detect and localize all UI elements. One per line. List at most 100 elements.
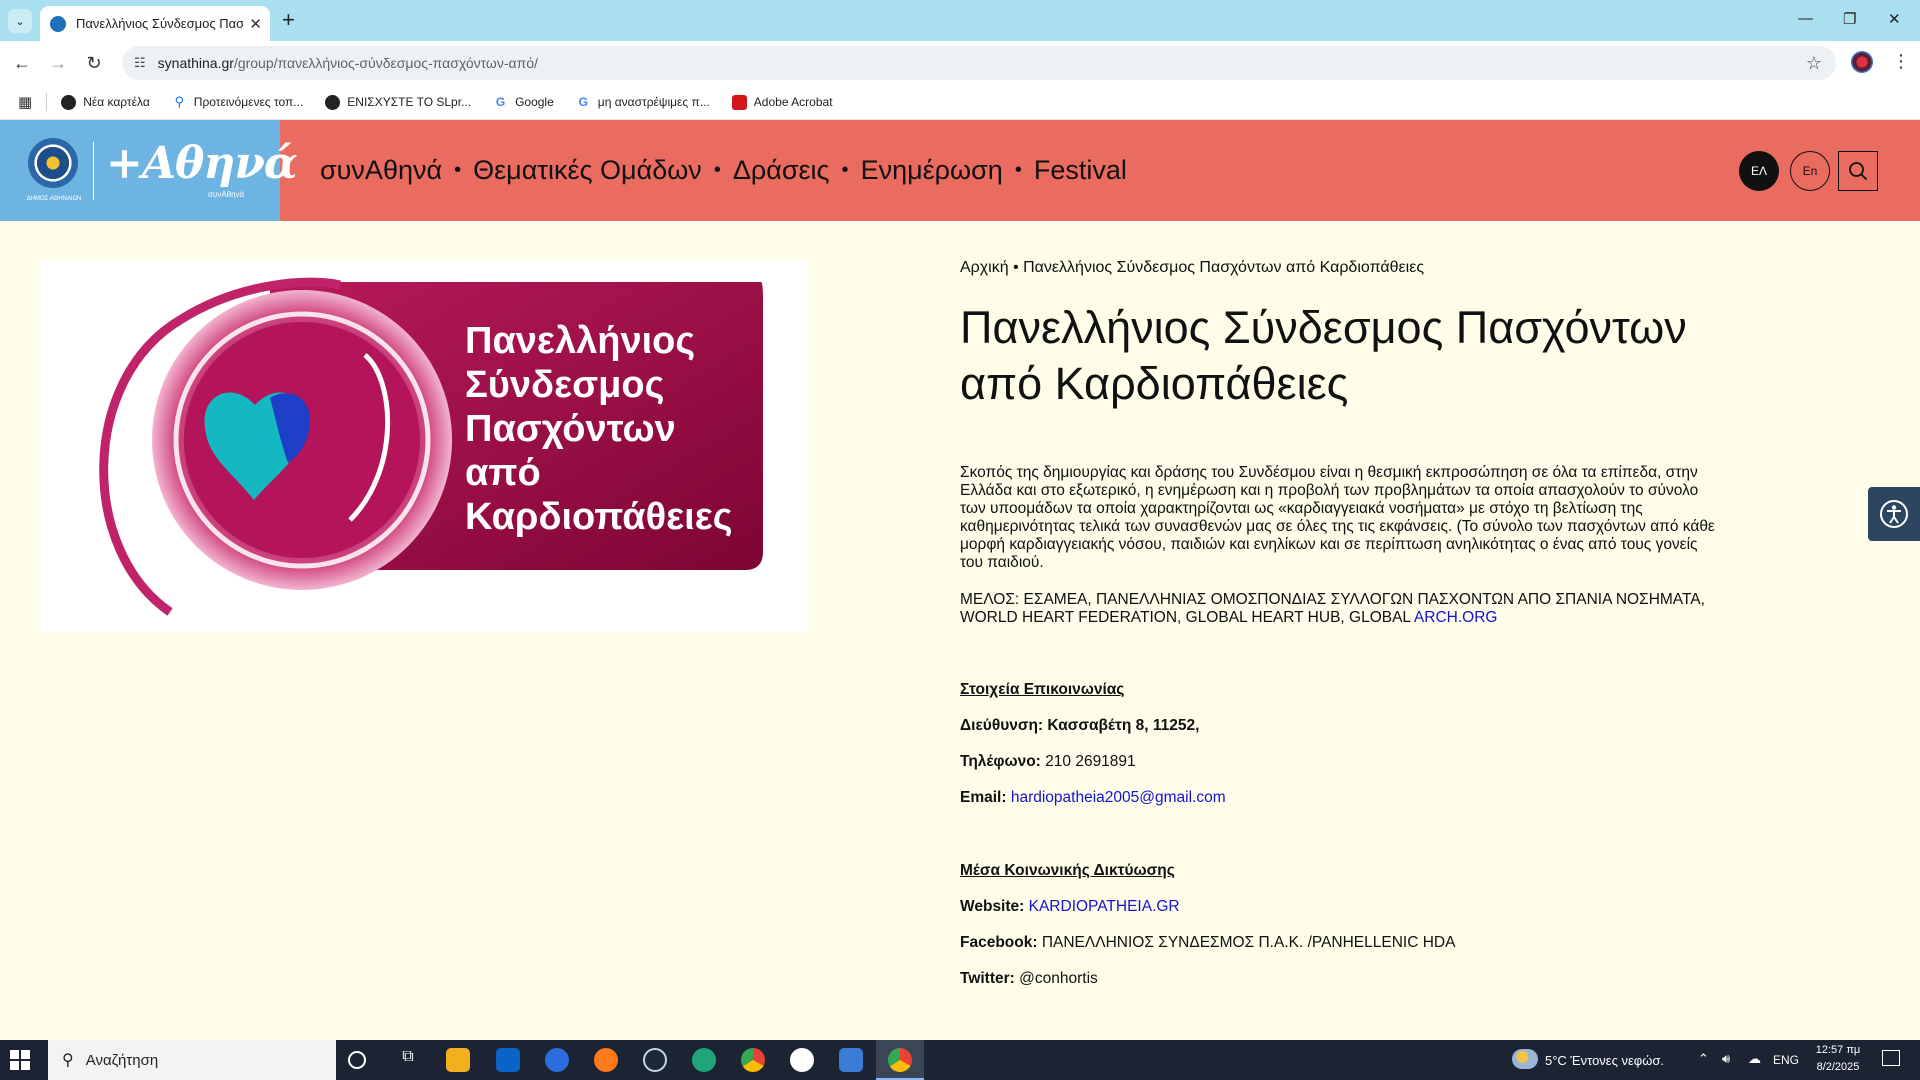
- taskbar-chrome-active[interactable]: [876, 1040, 924, 1080]
- language-greek-button[interactable]: ΕΛ: [1739, 151, 1779, 191]
- chrome-profile-icon: [888, 1048, 912, 1072]
- logo-wordmark: +Αθηνά: [106, 138, 298, 189]
- clock-time[interactable]: 12:57 πμ: [1812, 1044, 1864, 1056]
- accessibility-toolbar-button[interactable]: [1868, 487, 1920, 541]
- hero-logo-line: Καρδιοπάθειες: [465, 496, 733, 538]
- store-icon[interactable]: [839, 1048, 863, 1072]
- globe-icon: [325, 94, 341, 110]
- main-navigation: συνΑθηνά • Θεματικές Ομάδων • Δράσεις • …: [320, 120, 1127, 221]
- tab-search-dropdown-icon[interactable]: ⌄: [8, 9, 32, 33]
- email-row: Email: hardiopatheia2005@gmail.com: [960, 789, 1226, 807]
- breadcrumb[interactable]: Αρχική • Πανελλήνιος Σύνδεσμος Πασχόντων…: [960, 259, 1424, 277]
- steam-icon[interactable]: [643, 1048, 667, 1072]
- address-url[interactable]: synathina.gr/group/πανελλήνιος-σύνδεσμος…: [158, 55, 1806, 71]
- bookmark-slpr[interactable]: ΕΝΙΣΧΥΣΤΕ ΤΟ SLpr...: [325, 94, 472, 110]
- notifications-icon[interactable]: [1882, 1050, 1900, 1066]
- app-icon[interactable]: [790, 1048, 814, 1072]
- zoom-icon[interactable]: [545, 1048, 569, 1072]
- twitter-row: Twitter: @conhortis: [960, 970, 1098, 988]
- nav-thematic-groups[interactable]: Θεματικές Ομάδων: [473, 155, 702, 186]
- nav-festival[interactable]: Festival: [1034, 155, 1127, 186]
- bookmarks-bar: ▦ Νέα καρτέλα ⚲ Προτεινόμενες τοπ... ΕΝΙΣ…: [0, 85, 1920, 120]
- hero-logo-line: Πανελλήνιος: [465, 320, 695, 362]
- input-language[interactable]: ENG: [1773, 1053, 1799, 1067]
- bookmark-suggested[interactable]: ⚲ Προτεινόμενες τοπ...: [171, 94, 303, 110]
- tray-chevron-up-icon[interactable]: ⌃: [1698, 1051, 1709, 1067]
- nav-separator: •: [713, 159, 721, 181]
- phone-label: Τηλέφωνο:: [960, 753, 1041, 770]
- site-info-icon[interactable]: ☷: [134, 55, 146, 71]
- task-view-icon[interactable]: ⧉: [396, 1048, 420, 1072]
- window-close-icon[interactable]: ✕: [1888, 10, 1901, 28]
- bookmark-irreversible[interactable]: Gμη αναστρέψιμες π...: [575, 94, 710, 110]
- reload-icon[interactable]: ↻: [82, 51, 106, 75]
- website-link[interactable]: KARDIOPATHEIA.GR: [1029, 898, 1180, 915]
- membership-text: ΜΕΛΟΣ: ΕΣΑΜΕΑ, ΠΑΝΕΛΛΗΝΙΑΣ ΟΜΟΣΠΟΝΔΙΑΣ Σ…: [960, 591, 1705, 626]
- site-header: ΔΗΜΟΣ ΑΘΗΝΑΙΩΝ +Αθηνά συνΑθηνά συνΑθηνά …: [0, 120, 1920, 221]
- language-english-button[interactable]: En: [1790, 151, 1830, 191]
- bookmark-google[interactable]: G Google: [493, 94, 554, 110]
- hero-logo-line: Πασχόντων: [465, 408, 676, 450]
- twitter-label: Twitter:: [960, 970, 1015, 987]
- clock-date[interactable]: 8/2/2025: [1812, 1061, 1864, 1073]
- nav-actions[interactable]: Δράσεις: [733, 155, 830, 186]
- hero-logo-line: από: [465, 452, 541, 494]
- tab-close-icon[interactable]: ✕: [249, 15, 262, 33]
- address-value: Κασσαβέτη 8, 11252,: [1047, 717, 1200, 734]
- file-explorer-icon[interactable]: [446, 1048, 470, 1072]
- nav-separator: •: [454, 159, 462, 181]
- volume-icon[interactable]: 🔊︎: [1722, 1051, 1730, 1067]
- profile-avatar-icon[interactable]: [1851, 51, 1873, 73]
- edge-icon[interactable]: [692, 1048, 716, 1072]
- network-icon[interactable]: ☁︎: [1748, 1051, 1761, 1067]
- browser-tab-active[interactable]: Πανελλήνιος Σύνδεσμος Πασχ... ✕: [40, 6, 270, 41]
- cortana-icon[interactable]: [348, 1051, 366, 1069]
- bookmarks-separator: [46, 93, 48, 111]
- seal-caption: ΔΗΜΟΣ ΑΘΗΝΑΙΩΝ: [26, 196, 82, 202]
- address-row: Διεύθυνση: Κασσαβέτη 8, 11252,: [960, 717, 1199, 735]
- address-bar[interactable]: ☷ synathina.gr/group/πανελλήνιος-σύνδεσμ…: [122, 46, 1836, 80]
- taskbar-search-box[interactable]: ⚲ Αναζήτηση: [48, 1040, 336, 1080]
- site-logo[interactable]: ΔΗΜΟΣ ΑΘΗΝΑΙΩΝ +Αθηνά συνΑθηνά: [0, 120, 298, 221]
- twitter-value: @conhortis: [1019, 970, 1098, 987]
- page-title-line2: από Καρδιοπάθειες: [960, 358, 1349, 409]
- weather-text[interactable]: 5°C Έντονες νεφώσ.: [1545, 1053, 1664, 1068]
- restore-icon[interactable]: ❐: [1843, 10, 1856, 28]
- tab-title: Πανελλήνιος Σύνδεσμος Πασχ...: [76, 16, 244, 31]
- chrome-icon[interactable]: [741, 1048, 765, 1072]
- minimize-icon[interactable]: —: [1798, 10, 1813, 27]
- firefox-icon[interactable]: [594, 1048, 618, 1072]
- accessibility-icon: [1880, 500, 1908, 528]
- website-row: Website: KARDIOPATHEIA.GR: [960, 898, 1180, 916]
- bookmark-star-icon[interactable]: ☆: [1806, 53, 1822, 74]
- nav-news[interactable]: Ενημέρωση: [861, 155, 1003, 186]
- taskbar-search-placeholder: Αναζήτηση: [85, 1051, 159, 1069]
- membership-paragraph: ΜΕΛΟΣ: ΕΣΑΜΕΑ, ΠΑΝΕΛΛΗΝΙΑΣ ΟΜΟΣΠΟΝΔΙΑΣ Σ…: [960, 591, 1720, 627]
- bookmark-label: Google: [515, 95, 554, 109]
- forward-arrow-icon[interactable]: →: [46, 51, 70, 75]
- new-tab-plus-icon[interactable]: +: [282, 8, 295, 32]
- social-media-heading: Μέσα Κοινωνικής Δικτύωσης: [960, 862, 1175, 879]
- facebook-row: Facebook: ΠΑΝΕΛΛΗΝΙΟΣ ΣΥΝΔΕΣΜΟΣ Π.Α.Κ. /…: [960, 934, 1455, 952]
- email-link[interactable]: hardiopatheia2005@gmail.com: [1011, 789, 1226, 806]
- arch-org-link[interactable]: ARCH.ORG: [1414, 609, 1498, 626]
- windows-start-icon[interactable]: [10, 1050, 30, 1070]
- bookmark-label: Adobe Acrobat: [753, 95, 833, 109]
- bookmark-adobe-acrobat[interactable]: Adobe Acrobat: [731, 94, 833, 110]
- apps-grid-icon[interactable]: ▦: [18, 93, 32, 111]
- back-arrow-icon[interactable]: ←: [10, 51, 34, 75]
- facebook-label: Facebook:: [960, 934, 1038, 951]
- facebook-value: ΠΑΝΕΛΛΗΝΙΟΣ ΣΥΝΔΕΣΜΟΣ Π.Α.Κ. /PANHELLENI…: [1041, 934, 1456, 951]
- browser-toolbar: ← → ↻ ☷ synathina.gr/group/πανελλήνιος-σ…: [0, 41, 1920, 85]
- nav-synathina[interactable]: συνΑθηνά: [320, 155, 442, 186]
- weather-icon[interactable]: [1512, 1049, 1538, 1069]
- url-host: synathina.gr: [157, 55, 234, 71]
- logo-divider: [93, 142, 94, 200]
- site-search-button[interactable]: [1838, 151, 1878, 191]
- outlook-icon[interactable]: [496, 1048, 520, 1072]
- address-label: Διεύθυνση:: [960, 717, 1044, 734]
- bookmark-new-tab[interactable]: Νέα καρτέλα: [61, 94, 150, 110]
- page-title-line1: Πανελλήνιος Σύνδεσμος Πασχόντων: [960, 302, 1687, 353]
- browser-menu-icon[interactable]: ⋮: [1892, 51, 1910, 72]
- bookmark-label: ΕΝΙΣΧΥΣΤΕ ΤΟ SLpr...: [347, 95, 472, 109]
